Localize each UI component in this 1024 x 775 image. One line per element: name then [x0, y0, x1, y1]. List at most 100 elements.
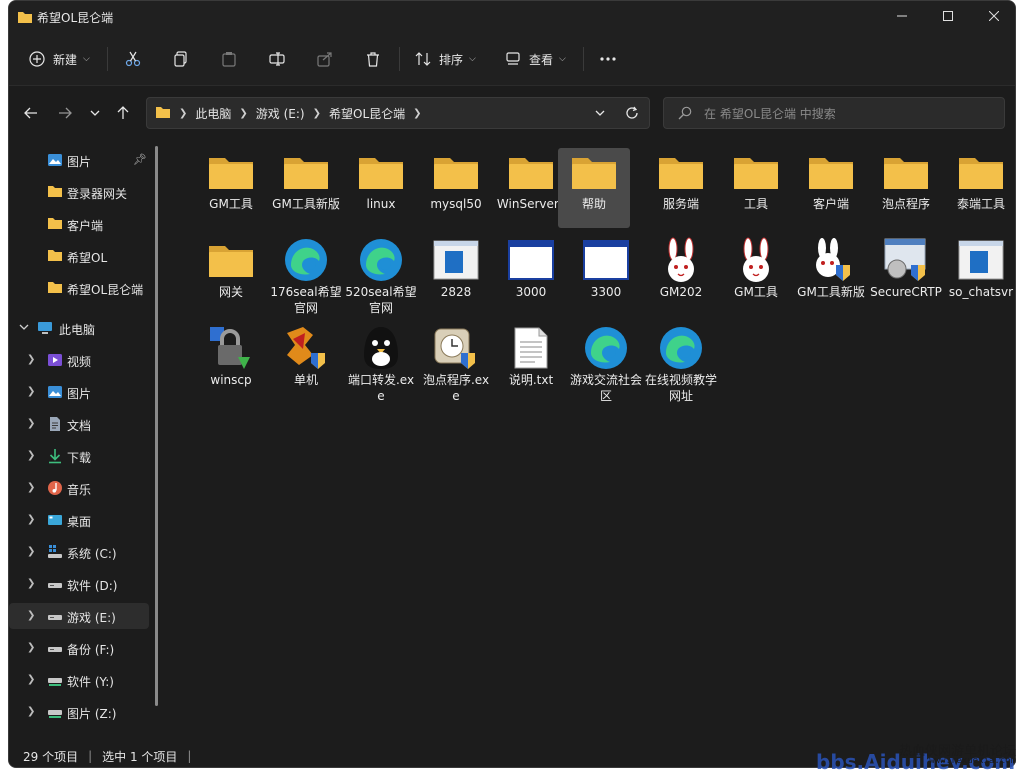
sidebar-item-login-gateway[interactable]: 登录器网关 [9, 179, 149, 205]
breadcrumb-item[interactable]: 游戏 (E:) [256, 105, 305, 122]
lock-app-icon [207, 327, 255, 369]
delete-button[interactable] [365, 45, 381, 73]
securecrt-icon [882, 238, 930, 281]
sidebar-item-hope-ol-kunlun[interactable]: 希望OL昆仑端 [9, 275, 149, 301]
search-input[interactable] [702, 104, 996, 124]
folder-icon [17, 10, 33, 27]
file-item[interactable]: 176seal希望官网 [270, 236, 342, 316]
address-history-dropdown[interactable] [595, 107, 605, 121]
sidebar-scrollbar[interactable] [155, 146, 158, 706]
folder-icon [47, 248, 63, 264]
file-item[interactable]: GM工具 [720, 236, 792, 316]
paste-button[interactable] [221, 45, 237, 73]
share-button[interactable] [317, 45, 333, 73]
sidebar-item-pictures[interactable]: ❯ 图片 [9, 379, 149, 405]
chevron-right-icon[interactable]: ❯ [27, 642, 35, 653]
file-item[interactable]: 在线视频教学网址 [645, 324, 717, 404]
recent-locations-button[interactable] [85, 104, 105, 124]
pin-icon[interactable]: 📌︎ [133, 153, 147, 166]
chevron-right-icon[interactable]: ❯ [27, 386, 35, 397]
refresh-icon[interactable] [625, 106, 639, 123]
file-item[interactable]: 泰端工具 [945, 148, 1015, 228]
file-item[interactable]: 工具 [720, 148, 792, 228]
address-bar[interactable]: ❯ 此电脑 ❯ 游戏 (E:) ❯ 希望OL昆仑端 ❯ [146, 97, 650, 129]
forward-button[interactable] [55, 104, 75, 124]
sidebar-item-this-pc[interactable]: 此电脑 [9, 315, 149, 341]
sidebar-item-drive-y[interactable]: ❯ 软件 (Y:) [9, 667, 149, 693]
sidebar-item-pictures-pinned[interactable]: 图片 📌︎ [9, 147, 149, 173]
file-item[interactable]: mysql50 [420, 148, 492, 228]
chevron-right-icon[interactable]: ❯ [27, 514, 35, 525]
file-item[interactable]: 说明.txt [495, 324, 567, 404]
up-button[interactable] [113, 104, 133, 124]
sidebar-item-music[interactable]: ❯ 音乐 [9, 475, 149, 501]
file-item[interactable]: 3300 [570, 236, 642, 316]
file-name: winscp [210, 373, 252, 387]
folder-icon [282, 152, 330, 192]
view-button[interactable]: 查看 ⌵ [505, 45, 566, 73]
file-item[interactable]: GM工具新版 [795, 236, 867, 316]
file-item[interactable]: 3000 [495, 236, 567, 316]
file-item-selected[interactable]: 帮助 [558, 148, 630, 228]
sidebar-item-videos[interactable]: ❯ 视频 [9, 347, 149, 373]
maximize-button[interactable] [925, 1, 971, 33]
copy-button[interactable] [173, 45, 189, 73]
sort-button[interactable]: 排序 ⌵ [415, 45, 476, 73]
file-item[interactable]: GM工具 [195, 148, 267, 228]
sidebar-item-drive-f[interactable]: ❯ 备份 (F:) [9, 635, 149, 661]
sidebar-item-downloads[interactable]: ❯ 下载 [9, 443, 149, 469]
file-item[interactable]: 网关 [195, 236, 267, 316]
sidebar-item-documents[interactable]: ❯ 文档 [9, 411, 149, 437]
close-button[interactable] [971, 1, 1015, 33]
file-item[interactable]: winscp [195, 324, 267, 404]
file-item[interactable]: 客户端 [795, 148, 867, 228]
sidebar-item-hope-ol[interactable]: 希望OL [9, 243, 149, 269]
chevron-right-icon[interactable]: ❯ [27, 674, 35, 685]
breadcrumb-item[interactable]: 此电脑 [195, 105, 231, 122]
sidebar-item-drive-d[interactable]: ❯ 软件 (D:) [9, 571, 149, 597]
chevron-right-icon[interactable]: ❯ [27, 610, 35, 621]
sidebar-item-drive-z[interactable]: ❯ 图片 (Z:) [9, 699, 149, 725]
explorer-window: 希望OL昆仑端 新建 ⌵ 排序 ⌵ 查看 ⌵ ❯ 此电脑 ❯ 游戏 (E:) ❯… [8, 0, 1016, 768]
file-item[interactable]: so_chatsvr [945, 236, 1015, 316]
chevron-right-icon[interactable]: ❯ [27, 418, 35, 429]
file-name: 泰端工具 [956, 197, 1005, 211]
sidebar-item-desktop[interactable]: ❯ 桌面 [9, 507, 149, 533]
search-box[interactable] [663, 97, 1005, 129]
sidebar-item-drive-c[interactable]: ❯ 系统 (C:) [9, 539, 149, 565]
chevron-right-icon[interactable]: ❯ [27, 546, 35, 557]
file-item[interactable]: 泡点程序.exe [420, 324, 492, 404]
file-item[interactable]: WinServers [495, 148, 567, 228]
file-item[interactable]: 520seal希望官网 [345, 236, 417, 316]
file-item[interactable]: 泡点程序 [870, 148, 942, 228]
file-item[interactable]: GM202 [645, 236, 717, 316]
file-item[interactable]: 服务端 [645, 148, 717, 228]
cut-button[interactable] [125, 45, 141, 73]
file-item[interactable]: 2828 [420, 236, 492, 316]
file-item[interactable]: 单机 [270, 324, 342, 404]
penguin-icon [357, 327, 405, 369]
chevron-down-icon[interactable] [19, 321, 29, 335]
title-bar: 希望OL昆仑端 [9, 1, 1015, 33]
pictures-icon [47, 152, 63, 168]
sidebar-item-drive-e[interactable]: ❯ 游戏 (E:) [9, 603, 149, 629]
rename-button[interactable] [269, 45, 285, 73]
breadcrumb-item[interactable]: 希望OL昆仑端 [329, 105, 405, 122]
new-button[interactable]: 新建 ⌵ [29, 45, 90, 73]
chevron-right-icon[interactable]: ❯ [27, 578, 35, 589]
file-item[interactable]: GM工具新版 [270, 148, 342, 228]
more-options-button[interactable] [599, 45, 617, 73]
file-item[interactable]: 游戏交流社会区 [570, 324, 642, 404]
file-item[interactable]: linux [345, 148, 417, 228]
sidebar-item-client[interactable]: 客户端 [9, 211, 149, 237]
chevron-right-icon[interactable]: ❯ [27, 354, 35, 365]
folder-icon [207, 240, 255, 280]
chevron-right-icon[interactable]: ❯ [27, 450, 35, 461]
minimize-button[interactable] [879, 1, 925, 33]
chevron-right-icon[interactable]: ❯ [27, 482, 35, 493]
file-item[interactable]: 端口转发.exe [345, 324, 417, 404]
back-button[interactable] [21, 104, 41, 124]
file-item[interactable]: SecureCRTP [870, 236, 942, 316]
more-icon [599, 56, 617, 62]
chevron-right-icon[interactable]: ❯ [27, 706, 35, 717]
